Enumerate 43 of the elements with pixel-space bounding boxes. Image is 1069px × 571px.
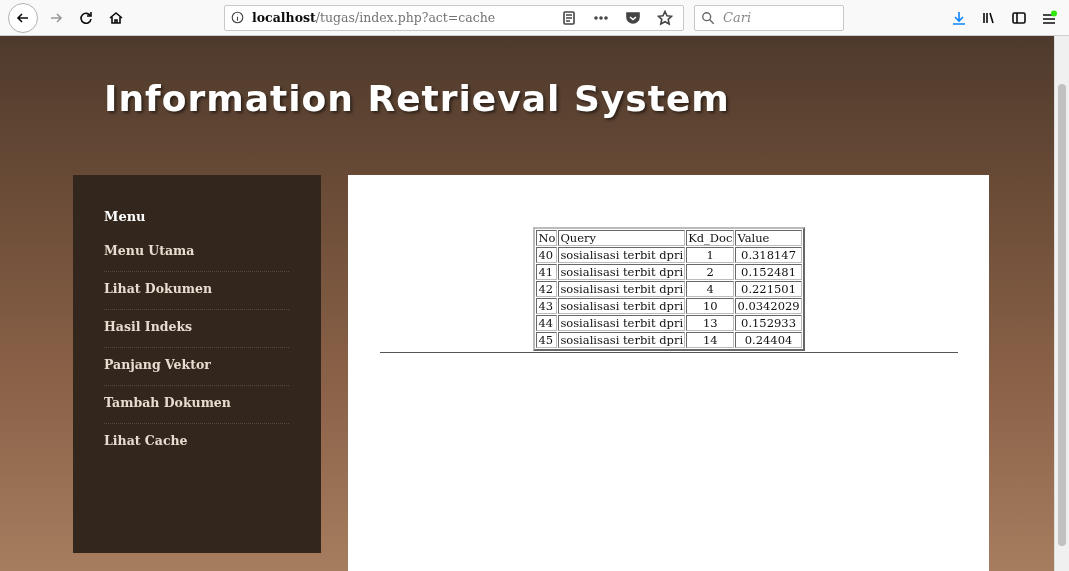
info-icon[interactable]: [231, 11, 244, 24]
table-cell: 42: [536, 281, 558, 297]
table-cell: 0.318147: [735, 247, 802, 263]
search-icon: [701, 10, 715, 25]
table-cell: 1: [686, 247, 735, 263]
sidebar-link[interactable]: Hasil Indeks: [104, 310, 289, 347]
table-cell: 0.0342029: [735, 298, 802, 314]
table-cell: 45: [536, 332, 558, 348]
table-cell: 0.152481: [735, 264, 802, 280]
table-cell: 41: [536, 264, 558, 280]
table-cell: 14: [686, 332, 735, 348]
table-cell: 0.152933: [735, 315, 802, 331]
table-cell: 44: [536, 315, 558, 331]
table-cell: 40: [536, 247, 558, 263]
sidebar-link[interactable]: Panjang Vektor: [104, 348, 289, 385]
sidebar-link[interactable]: Lihat Dokumen: [104, 272, 289, 309]
table-cell: sosialisasi terbit dpri: [558, 264, 686, 280]
sidebar-link[interactable]: Tambah Dokumen: [104, 386, 289, 423]
table-cell: 13: [686, 315, 735, 331]
sidebar-link[interactable]: Lihat Cache: [104, 424, 289, 461]
search-input[interactable]: Cari: [721, 9, 825, 26]
menu-heading: Menu: [104, 209, 147, 224]
page-title: Information Retrieval System: [103, 77, 731, 121]
column-header: No: [536, 230, 558, 246]
table-cell: 0.24404: [735, 332, 802, 348]
column-header: Value: [735, 230, 802, 246]
column-header: Query: [558, 230, 686, 246]
sidebar-link[interactable]: Menu Utama: [104, 234, 289, 271]
table-cell: sosialisasi terbit dpri: [558, 332, 686, 348]
address-bar[interactable]: localhost/tugas/index.php?act=cache: [224, 4, 684, 31]
back-button[interactable]: [8, 2, 38, 33]
table-cell: 43: [536, 298, 558, 314]
table-cell: sosialisasi terbit dpri: [558, 247, 686, 263]
table-cell: sosialisasi terbit dpri: [558, 281, 686, 297]
table-cell: 2: [686, 264, 735, 280]
table-cell: 0.221501: [735, 281, 802, 297]
column-header: Kd_Doc: [686, 230, 735, 246]
table-cell: 4: [686, 281, 735, 297]
table-cell: 10: [686, 298, 735, 314]
scrollbar[interactable]: [1054, 36, 1069, 571]
table-cell: sosialisasi terbit dpri: [558, 298, 686, 314]
table-cell: sosialisasi terbit dpri: [558, 315, 686, 331]
search-field[interactable]: Cari: [694, 4, 844, 31]
